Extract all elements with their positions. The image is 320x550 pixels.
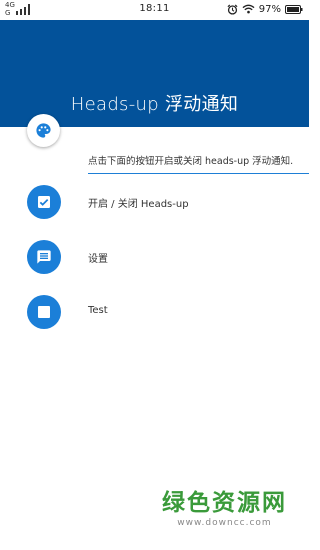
palette-icon [36, 123, 51, 138]
settings-label: 设置 [88, 254, 108, 265]
page-title: Heads-up 浮动通知 [70, 94, 239, 115]
watermark-title: 绿色资源网 [162, 490, 287, 516]
message-icon [37, 250, 51, 264]
status-icons: 97% [227, 3, 303, 15]
settings-item[interactable]: 设置 [0, 237, 309, 277]
description-text: 点击下面的按钮开启或关闭 heads-up 浮动通知. [88, 156, 294, 167]
alarm-icon [227, 3, 238, 15]
wifi-icon [242, 4, 255, 14]
test-label: Test [88, 305, 108, 316]
status-bar: 4G G 18:11 97% [0, 0, 309, 20]
watermark: 绿色资源网 www.downcc.com [162, 483, 287, 528]
toggle-heads-up-label: 开启 / 关闭 Heads-up [88, 199, 189, 210]
toggle-heads-up-button[interactable] [27, 185, 61, 219]
app-header: Heads-up 浮动通知 [0, 20, 309, 127]
description-divider [88, 173, 309, 174]
checkbox-icon [38, 196, 50, 208]
toggle-heads-up-item[interactable]: 开启 / 关闭 Heads-up [0, 182, 309, 222]
test-item[interactable]: Test [0, 292, 309, 332]
watermark-url: www.downcc.com [177, 518, 272, 528]
battery-percent: 97% [258, 3, 281, 15]
test-button[interactable] [27, 295, 61, 329]
battery-icon [285, 4, 303, 14]
palette-button[interactable] [27, 114, 60, 147]
settings-button[interactable] [27, 240, 61, 274]
stop-square-icon [38, 306, 50, 318]
